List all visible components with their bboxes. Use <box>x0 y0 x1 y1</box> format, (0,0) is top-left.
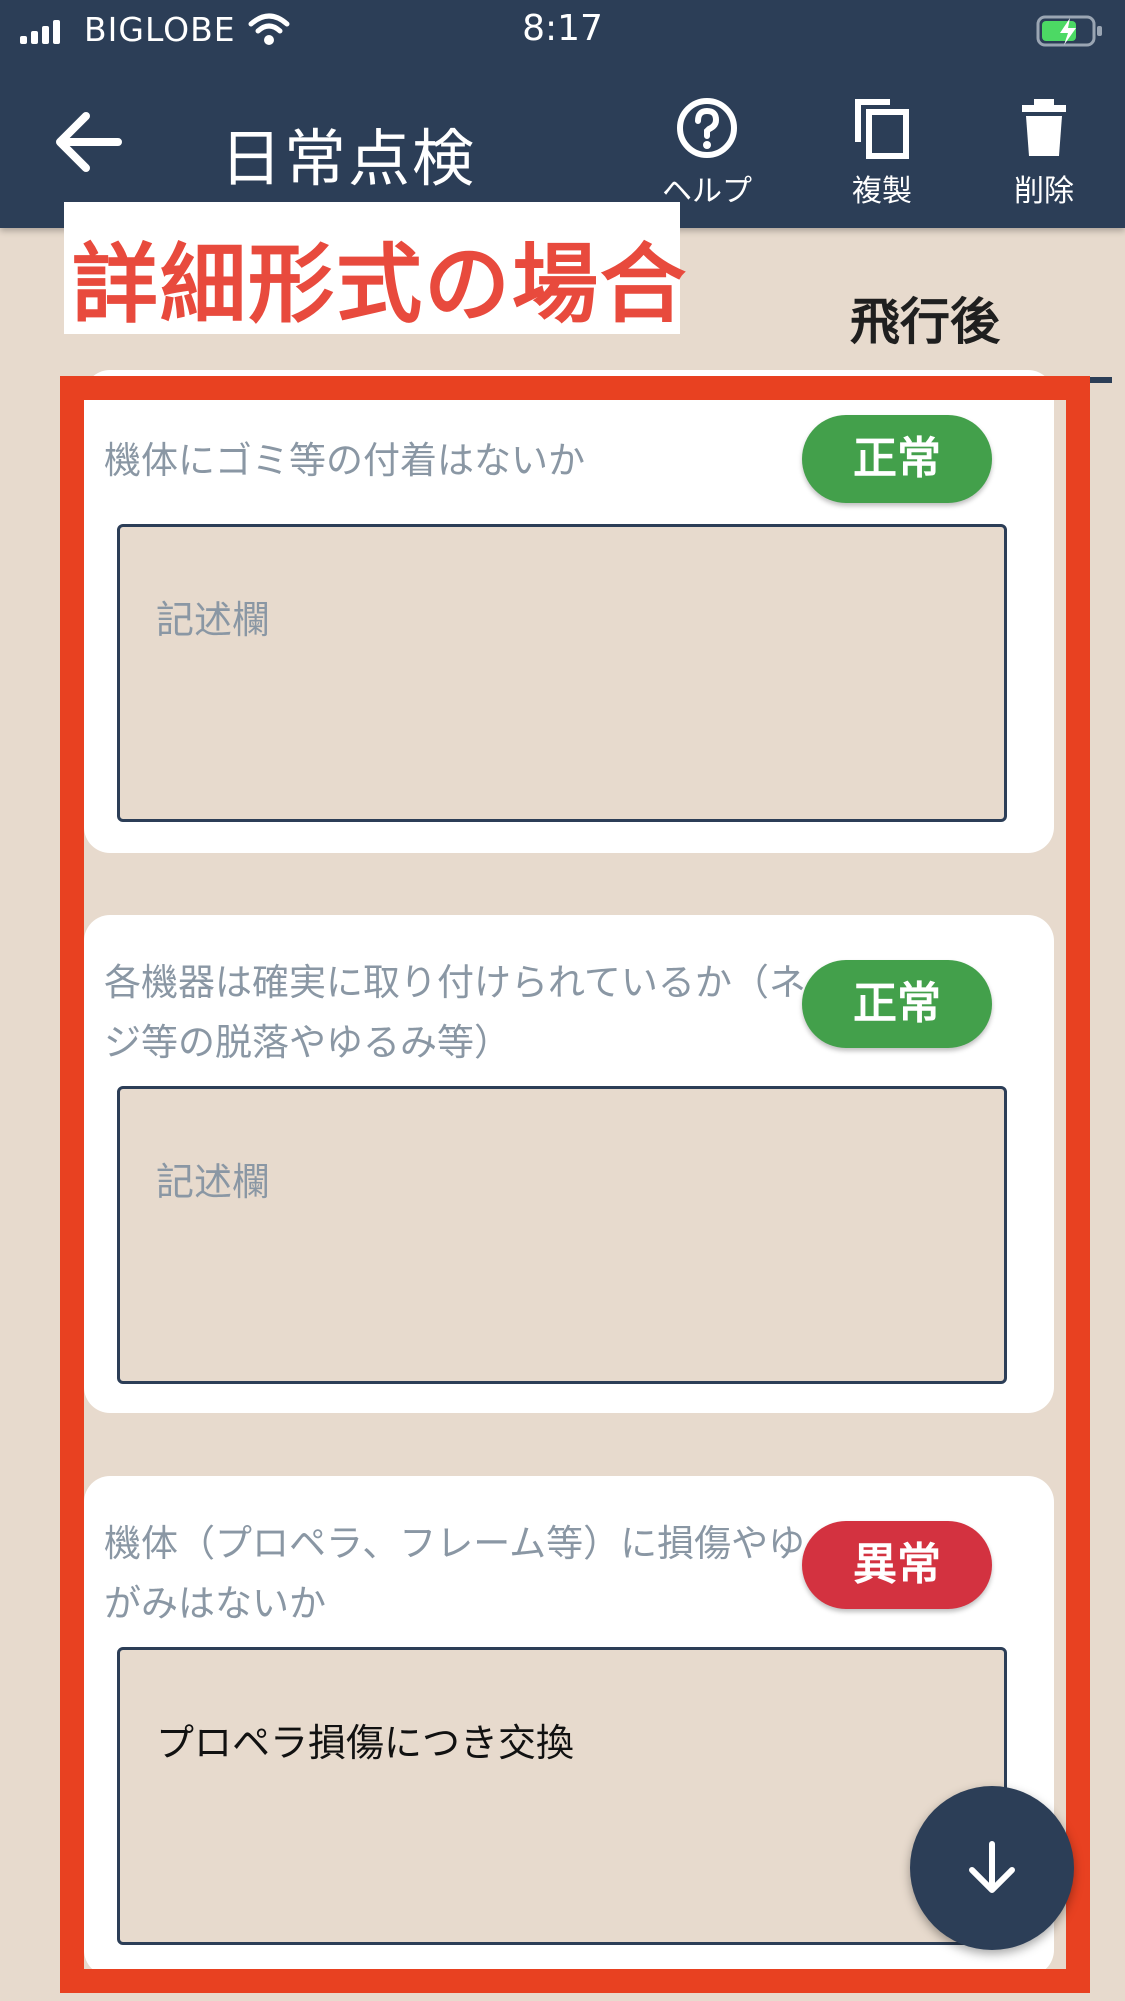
check-item-card: 機体（プロペラ、フレーム等）に損傷やゆがみはないか 異常 プロペラ損傷につき交換 <box>84 1476 1054 1976</box>
memo-textarea[interactable]: 記述欄 <box>117 1086 1007 1384</box>
annotation-label: 詳細形式の場合 <box>72 235 688 335</box>
clock: 8:17 <box>522 8 603 49</box>
check-item-question: 機体にゴミ等の付着はないか <box>104 439 585 482</box>
delete-label: 削除 <box>1014 174 1074 209</box>
app-header: BIGLOBE 8:17 日常点検 ヘルプ 複製 削除 <box>0 0 1125 228</box>
check-item-card: 機体にゴミ等の付着はないか 正常 記述欄 <box>84 370 1054 853</box>
back-arrow-icon[interactable] <box>48 102 128 182</box>
memo-placeholder: 記述欄 <box>156 598 271 642</box>
status-toggle-normal[interactable]: 正常 <box>802 960 992 1048</box>
memo-placeholder: 記述欄 <box>156 1160 271 1204</box>
status-toggle-normal[interactable]: 正常 <box>802 415 992 503</box>
status-bar: BIGLOBE 8:17 <box>0 0 1125 62</box>
trash-icon <box>1022 99 1066 156</box>
check-item-question: 各機器は確実に取り付けられているか（ネジ等の脱落やゆるみ等） <box>104 961 806 1064</box>
tab-after-flight[interactable]: 飛行後 <box>850 282 1000 354</box>
check-item-card: 各機器は確実に取り付けられているか（ネジ等の脱落やゆるみ等） 正常 記述欄 <box>84 915 1054 1413</box>
memo-value: プロペラ損傷につき交換 <box>156 1721 575 1765</box>
battery-charging-icon <box>1036 15 1102 47</box>
annotation-banner: 詳細形式の場合 <box>64 202 686 335</box>
duplicate-button[interactable]: 複製 <box>822 96 942 216</box>
help-button[interactable]: ヘルプ <box>647 96 767 216</box>
delete-button[interactable]: 削除 <box>984 96 1104 216</box>
status-toggle-abnormal[interactable]: 異常 <box>802 1521 992 1609</box>
page-title: 日常点検 <box>220 122 477 195</box>
memo-textarea[interactable]: プロペラ損傷につき交換 <box>117 1647 1007 1945</box>
scroll-down-button[interactable] <box>910 1786 1074 1950</box>
memo-textarea[interactable]: 記述欄 <box>117 524 1007 822</box>
question-circle-icon <box>677 98 737 158</box>
arrow-down-icon <box>969 1841 1015 1893</box>
check-item-question: 機体（プロペラ、フレーム等）に損傷やゆがみはないか <box>104 1522 806 1625</box>
copy-icon <box>855 99 909 159</box>
duplicate-label: 複製 <box>852 174 912 209</box>
